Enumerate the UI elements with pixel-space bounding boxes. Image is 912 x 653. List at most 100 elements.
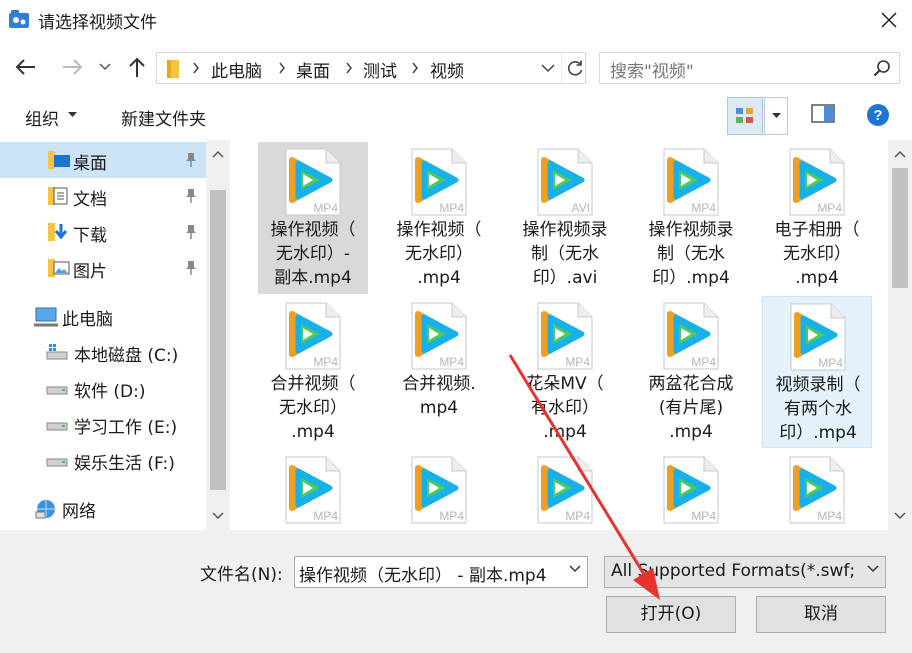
close-button[interactable] (866, 0, 912, 40)
navigation-scrollbar[interactable] (206, 140, 230, 530)
scroll-up-icon[interactable] (894, 150, 906, 158)
organize-menu[interactable]: 组织 (25, 105, 59, 130)
open-button[interactable]: 打开(O) (606, 596, 736, 633)
file-name: 操作视频（ 无水印） .mp4 (384, 218, 494, 290)
file-item[interactable]: MP4 (384, 450, 494, 530)
cancel-button[interactable]: 取消 (756, 596, 886, 633)
preview-pane-icon[interactable] (811, 103, 835, 125)
chevron-down-icon[interactable] (569, 565, 581, 573)
search-placeholder: 搜索"视频" (610, 62, 694, 82)
downloads-icon (48, 223, 68, 241)
file-item[interactable]: MP4 两盆花合成 (有片尾) .mp4 (636, 296, 746, 448)
video-file-icon: MP4 (411, 302, 467, 370)
sidebar-item-network[interactable]: 网络 (0, 490, 206, 526)
breadcrumb-desktop[interactable]: 桌面 (296, 57, 330, 82)
change-view-button[interactable] (727, 97, 763, 135)
sidebar-item-downloads[interactable]: 下载 (0, 214, 206, 250)
file-list-scrollbar[interactable] (888, 140, 912, 530)
sidebar-item-label: 桌面 (73, 154, 107, 174)
address-bar[interactable]: 此电脑 桌面 测试 视频 (156, 52, 586, 84)
file-item[interactable]: MP4 视频录制（ 有两个水 印）.mp4 (762, 296, 872, 448)
file-name-input[interactable]: 操作视频（无水印） - 副本.mp4 (294, 556, 588, 588)
help-icon[interactable]: ? (866, 103, 890, 127)
file-name-line: 印）.mp4 (779, 423, 857, 443)
file-extension-label: MP4 (818, 356, 843, 370)
file-item[interactable]: MP4 (510, 450, 620, 530)
breadcrumb-test[interactable]: 测试 (363, 57, 397, 82)
file-item[interactable]: MP4 操作视频（ 无水印） .mp4 (384, 142, 494, 294)
refresh-button[interactable] (561, 53, 587, 83)
up-button[interactable] (124, 52, 150, 82)
file-name-line: 无水印）- (275, 244, 351, 264)
sidebar-item-desktop[interactable]: 桌面 (0, 142, 206, 178)
sidebar-item-label: 网络 (62, 502, 96, 522)
caret-down-icon (68, 112, 77, 117)
sidebar-item-documents[interactable]: 文档 (0, 178, 206, 214)
view-options-dropdown[interactable] (764, 97, 788, 135)
file-name: 操作视频（ 无水印）- 副本.mp4 (258, 218, 368, 290)
caret-down-icon (771, 113, 781, 118)
file-extension-label: MP4 (565, 509, 590, 523)
sidebar-item-drive-f[interactable]: 娱乐生活 (F:) (0, 442, 206, 478)
file-name-line: 无水印） (783, 244, 851, 264)
scrollbar-thumb[interactable] (892, 168, 908, 288)
file-name-line: 无水印） (405, 244, 473, 264)
new-folder-button[interactable]: 新建文件夹 (121, 105, 206, 130)
file-extension-label: MP4 (313, 201, 338, 215)
pin-icon[interactable] (184, 152, 198, 168)
svg-text:?: ? (873, 107, 882, 124)
file-item[interactable]: MP4 合并视频（ 无水印） .mp4 (258, 296, 368, 448)
sidebar-item-drive-e[interactable]: 学习工作 (E:) (0, 406, 206, 442)
sidebar-item-this-pc[interactable]: 此电脑 (0, 298, 206, 334)
file-type-select[interactable]: All Supported Formats(*.swf; (604, 556, 886, 588)
file-name-line: 操作视频（ (270, 220, 356, 240)
file-name: 操作视频录 制（无水 印）.mp4 (636, 218, 746, 290)
search-box[interactable]: 搜索"视频" (599, 52, 900, 84)
video-file-icon: MP4 (789, 456, 845, 524)
chevron-down-icon (99, 63, 111, 71)
file-item[interactable]: MP4 (636, 450, 746, 530)
pin-icon[interactable] (184, 224, 198, 240)
address-history-button[interactable] (535, 53, 561, 83)
sidebar-item-label: 软件 (D:) (74, 382, 146, 402)
file-item[interactable]: MP4 操作视频录 制（无水 印）.mp4 (636, 142, 746, 294)
file-name-line: mp4 (419, 398, 459, 418)
file-name-label: 文件名(N): (200, 565, 283, 585)
sidebar-item-label: 图片 (73, 262, 107, 282)
file-item[interactable]: MP4 花朵MV（ 有水印） .mp4 (510, 296, 620, 448)
file-extension-label: AVI (572, 201, 590, 215)
breadcrumb-this-pc[interactable]: 此电脑 (211, 57, 262, 82)
file-item[interactable]: MP4 操作视频（ 无水印）- 副本.mp4 (258, 142, 368, 294)
video-file-icon: MP4 (663, 148, 719, 216)
file-extension-label: MP4 (439, 201, 464, 215)
file-name-line: 合并视频（ (270, 374, 356, 394)
file-name-line: 操作视频录 (522, 220, 608, 240)
this-pc-icon (34, 307, 58, 327)
file-name: 合并视频. mp4 (384, 372, 494, 420)
file-item[interactable]: MP4 电子相册（ 无水印） .mp4 (762, 142, 872, 294)
recent-locations-button[interactable] (96, 52, 114, 82)
file-item[interactable]: MP4 (258, 450, 368, 530)
scroll-down-icon[interactable] (894, 512, 906, 520)
breadcrumb-video[interactable]: 视频 (430, 57, 464, 82)
scrollbar-thumb[interactable] (210, 190, 226, 490)
file-name-line: 视频录制（ (775, 375, 861, 395)
sidebar-item-pictures[interactable]: 图片 (0, 250, 206, 286)
scroll-down-icon[interactable] (212, 512, 224, 520)
pin-icon[interactable] (184, 188, 198, 204)
pin-icon[interactable] (184, 260, 198, 276)
file-name: 视频录制（ 有两个水 印）.mp4 (763, 373, 873, 445)
sidebar-item-label: 下载 (73, 226, 107, 246)
back-button[interactable] (12, 52, 40, 82)
sidebar-item-drive-c[interactable]: 本地磁盘 (C:) (0, 334, 206, 370)
sidebar-item-drive-d[interactable]: 软件 (D:) (0, 370, 206, 406)
forward-button[interactable] (58, 52, 86, 82)
file-name-line: .mp4 (669, 422, 713, 442)
file-item[interactable]: MP4 合并视频. mp4 (384, 296, 494, 448)
file-item[interactable]: MP4 (762, 450, 872, 530)
file-name-line: 无水印） (279, 398, 347, 418)
file-name-line: .mp4 (417, 268, 461, 288)
scroll-up-icon[interactable] (212, 150, 224, 158)
file-item[interactable]: AVI 操作视频录 制（无水 印）.avi (510, 142, 620, 294)
breadcrumb-separator-icon (412, 62, 418, 74)
